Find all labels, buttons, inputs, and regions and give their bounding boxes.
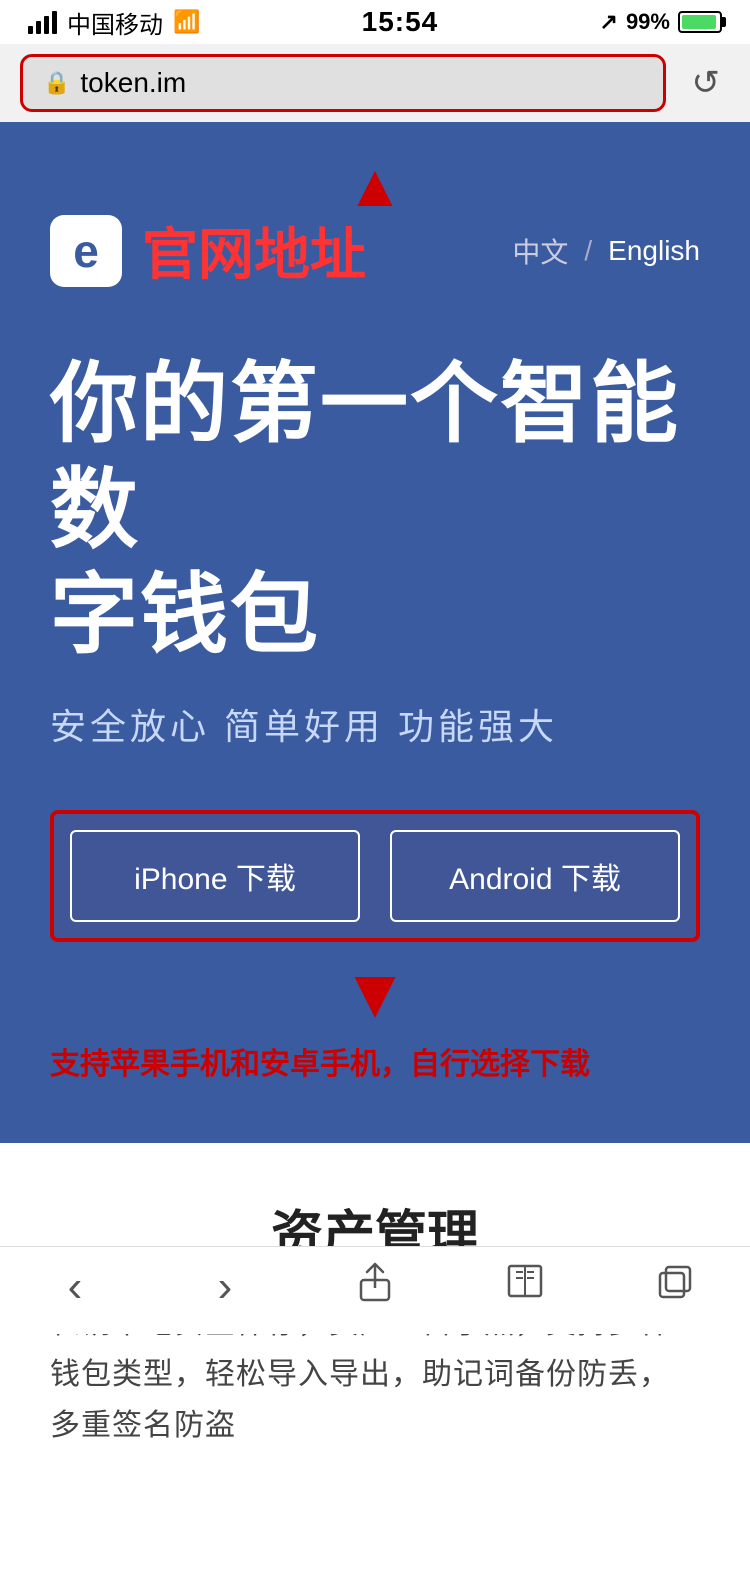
url-text: token.im	[80, 67, 186, 99]
book-icon	[506, 1264, 544, 1309]
reload-button[interactable]: ↺	[682, 59, 731, 107]
battery-fill	[682, 15, 716, 29]
url-bar[interactable]: 🔒 token.im	[20, 54, 666, 112]
url-arrow-annotation: ▲	[50, 162, 700, 210]
download-buttons-container: iPhone 下载 Android 下载	[50, 810, 700, 942]
hero-title: 你的第一个智能数 字钱包	[50, 351, 700, 668]
back-button[interactable]: ‹	[35, 1257, 115, 1317]
forward-icon: ›	[218, 1262, 233, 1312]
back-icon: ‹	[68, 1262, 83, 1312]
nav-spacer	[0, 1491, 750, 1579]
tabs-icon	[658, 1265, 692, 1308]
lock-icon: 🔒	[43, 70, 70, 96]
lang-en-label[interactable]: English	[608, 235, 700, 267]
tabs-button[interactable]	[635, 1257, 715, 1317]
browser-bar: 🔒 token.im ↺	[0, 44, 750, 122]
iphone-download-button[interactable]: iPhone 下载	[70, 830, 360, 922]
clock: 15:54	[362, 6, 439, 38]
main-content: ▲ e 官网地址 中文 / English 你的第一个智能数 字钱包 安全放心 …	[0, 122, 750, 1143]
android-download-button[interactable]: Android 下载	[390, 830, 680, 922]
status-bar: 中国移动 📶 15:54 ↗ 99%	[0, 0, 750, 44]
status-left: 中国移动 📶	[28, 5, 200, 40]
battery-pct: 99%	[626, 9, 670, 35]
site-title: 官网地址	[142, 210, 366, 291]
share-icon	[357, 1262, 393, 1311]
location-icon: ↗	[600, 9, 618, 35]
forward-button[interactable]: ›	[185, 1257, 265, 1317]
hero-subtitle: 安全放心 简单好用 功能强大	[50, 698, 700, 750]
bottom-nav: ‹ ›	[0, 1246, 750, 1334]
wifi-icon: 📶	[173, 9, 200, 35]
signal-bars	[28, 11, 57, 34]
carrier-label: 中国移动	[67, 5, 163, 40]
logo-title: e 官网地址	[50, 210, 366, 291]
header-row: e 官网地址 中文 / English	[50, 210, 700, 291]
status-right: ↗ 99%	[600, 9, 722, 35]
bookmarks-button[interactable]	[485, 1257, 565, 1317]
button-arrow-annotation: ▼	[50, 962, 700, 1025]
logo-icon: e	[50, 215, 122, 287]
lang-switcher: 中文 / English	[512, 231, 700, 271]
share-button[interactable]	[335, 1257, 415, 1317]
annotation-text: 支持苹果手机和安卓手机，自行选择下载	[50, 1039, 700, 1083]
lang-divider: /	[584, 235, 592, 267]
lang-cn-label[interactable]: 中文	[512, 231, 568, 271]
battery-icon	[678, 11, 722, 33]
